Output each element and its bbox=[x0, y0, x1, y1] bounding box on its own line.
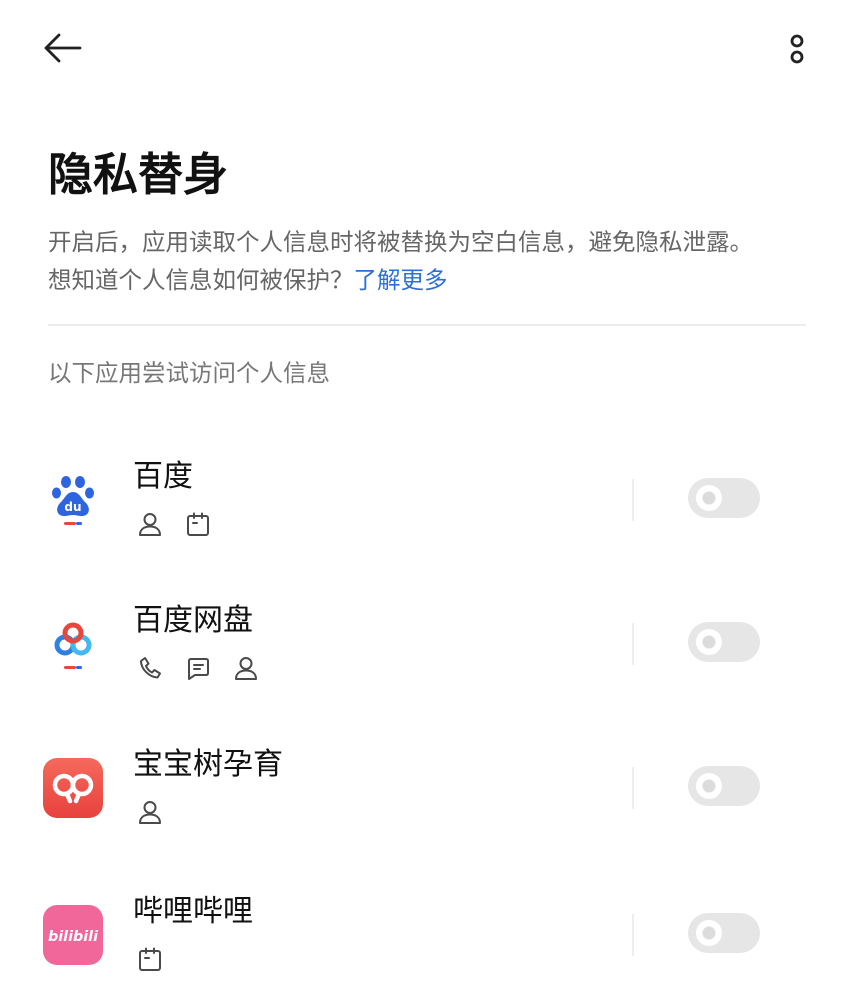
page-description: 开启后，应用读取个人信息时将被替换为空白信息，避免隐私泄露。 想知道个人信息如何… bbox=[48, 223, 753, 299]
person-icon bbox=[136, 798, 164, 826]
privacy-toggle-baidu[interactable] bbox=[688, 478, 760, 518]
permission-icons bbox=[136, 798, 164, 826]
baidu-app-icon: du bbox=[43, 470, 103, 530]
permission-icons bbox=[136, 945, 164, 973]
row-separator bbox=[632, 479, 634, 521]
app-row: 宝宝树孕育 bbox=[0, 728, 851, 848]
person-icon bbox=[232, 654, 260, 682]
message-icon bbox=[184, 654, 212, 682]
app-name: 百度网盘 bbox=[133, 603, 253, 638]
toggle-knob bbox=[696, 485, 722, 511]
baidu-logo-text: du bbox=[64, 500, 81, 514]
row-separator bbox=[632, 767, 634, 809]
calendar-icon bbox=[184, 510, 212, 538]
bilibili-logo-text: bilibili bbox=[48, 929, 98, 945]
bilibili-app-icon: bilibili bbox=[43, 905, 103, 965]
page-title: 隐私替身 bbox=[48, 148, 229, 201]
phone-icon bbox=[136, 654, 164, 682]
section-divider bbox=[48, 324, 806, 326]
row-separator bbox=[632, 914, 634, 956]
section-label: 以下应用尝试访问个人信息 bbox=[48, 359, 330, 387]
app-name: 哔哩哔哩 bbox=[133, 894, 253, 929]
baidu-netdisk-app-icon bbox=[43, 614, 103, 674]
privacy-toggle-bilibili[interactable] bbox=[688, 913, 760, 953]
app-name: 百度 bbox=[133, 459, 193, 494]
more-options-icon[interactable] bbox=[785, 28, 809, 70]
app-row: bilibili 哔哩哔哩 bbox=[0, 875, 851, 995]
description-line-1: 开启后，应用读取个人信息时将被替换为空白信息，避免隐私泄露。 bbox=[48, 228, 753, 256]
toggle-knob bbox=[696, 629, 722, 655]
description-line-2: 想知道个人信息如何被保护？了解更多 bbox=[48, 261, 753, 299]
app-name: 宝宝树孕育 bbox=[133, 747, 283, 782]
babytree-app-icon bbox=[43, 758, 103, 818]
permission-icons bbox=[136, 654, 260, 682]
app-row: du 百度 bbox=[0, 440, 851, 560]
permission-icons bbox=[136, 510, 212, 538]
privacy-toggle-baidu-netdisk[interactable] bbox=[688, 622, 760, 662]
toggle-knob bbox=[696, 773, 722, 799]
row-separator bbox=[632, 623, 634, 665]
calendar-icon bbox=[136, 945, 164, 973]
description-question: 想知道个人信息如何被保护？ bbox=[48, 266, 354, 294]
learn-more-link[interactable]: 了解更多 bbox=[354, 266, 448, 294]
toggle-knob bbox=[696, 920, 722, 946]
person-icon bbox=[136, 510, 164, 538]
app-row: 百度网盘 bbox=[0, 584, 851, 704]
privacy-toggle-babytree[interactable] bbox=[688, 766, 760, 806]
back-arrow-icon[interactable] bbox=[42, 29, 82, 69]
